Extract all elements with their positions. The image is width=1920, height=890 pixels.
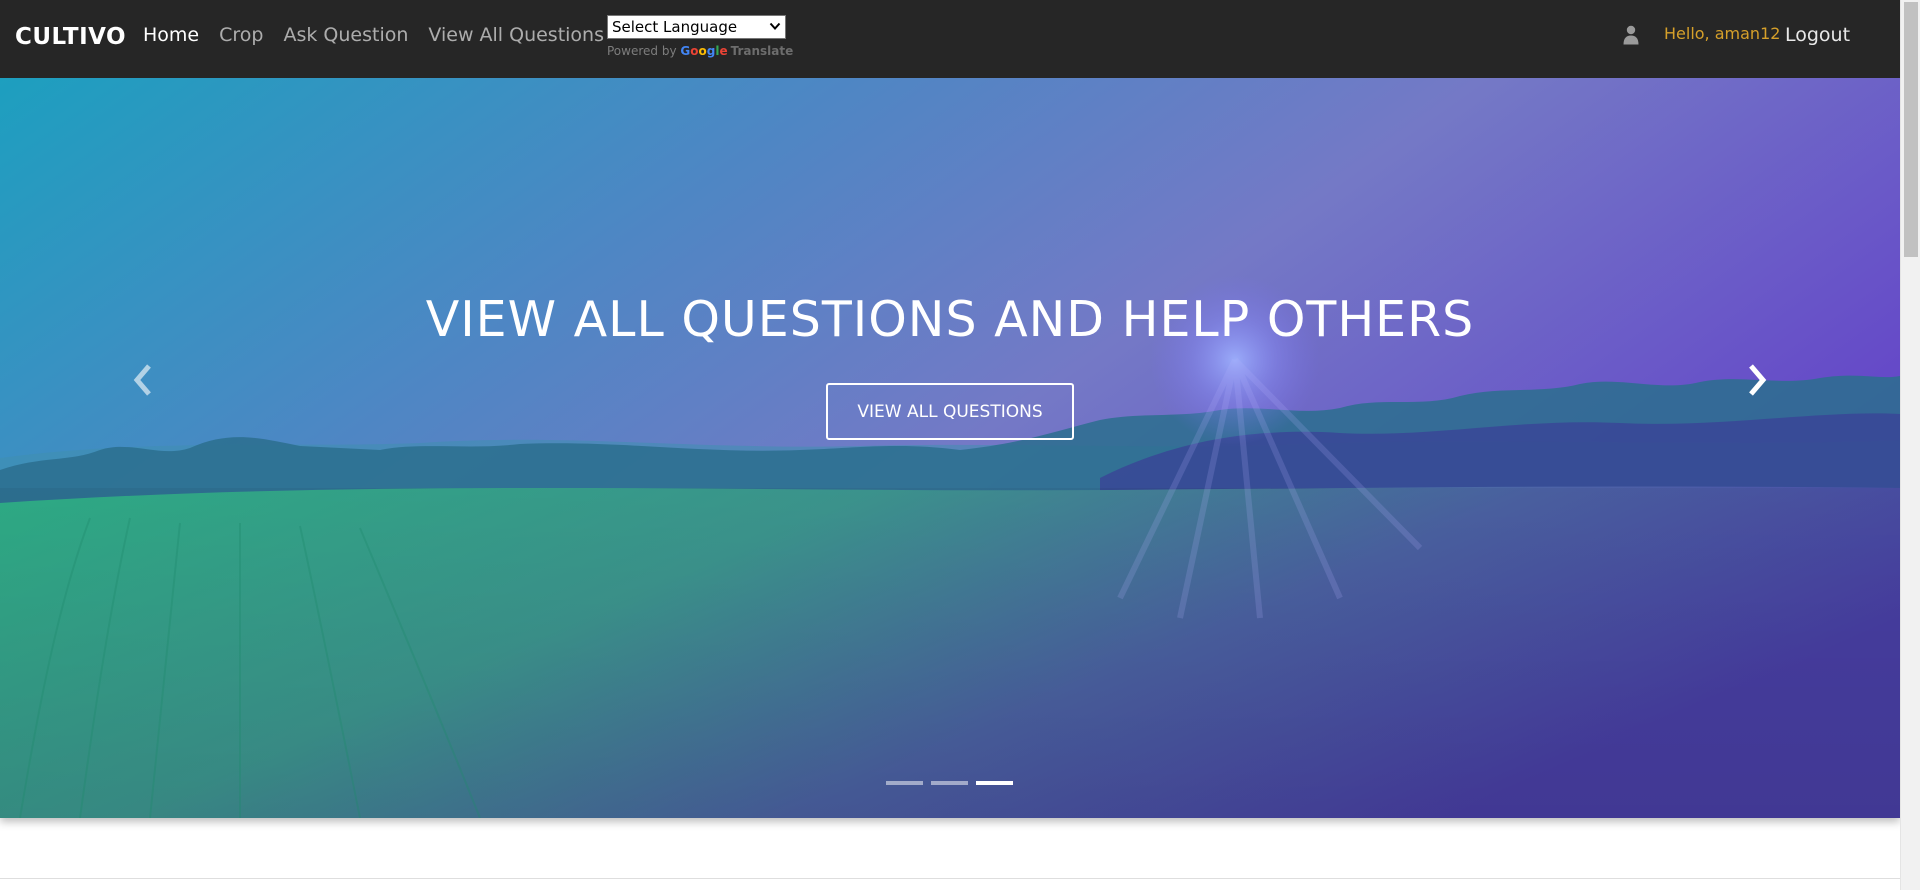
nav-links: Home Crop Ask Question View All Question… <box>143 24 604 46</box>
carousel-next-button[interactable] <box>1737 360 1777 400</box>
powered-by-label: Powered by <box>607 44 677 58</box>
carousel-indicator[interactable] <box>886 781 923 785</box>
page: CULTIVO Home Crop Ask Question View All … <box>0 0 1920 890</box>
hero-carousel: VIEW ALL QUESTIONS AND HELP OTHERS VIEW … <box>0 78 1900 818</box>
user-icon <box>1623 25 1639 45</box>
google-logo-link[interactable]: Google <box>680 44 727 58</box>
translate-label: Translate <box>730 44 794 58</box>
google-letter: o <box>690 44 699 58</box>
nav-link-home[interactable]: Home <box>143 24 199 46</box>
view-all-questions-button[interactable]: VIEW ALL QUESTIONS <box>826 383 1074 440</box>
google-letter: o <box>698 44 707 58</box>
page-scrollbar[interactable] <box>1900 0 1920 890</box>
nav-link-view-all-questions[interactable]: View All Questions <box>428 24 604 46</box>
google-translate-widget: Select Language Powered by Google Transla… <box>607 15 793 58</box>
nav-link-ask-question[interactable]: Ask Question <box>283 24 408 46</box>
carousel-indicator-active[interactable] <box>976 781 1013 785</box>
carousel-indicators <box>886 781 1013 785</box>
hero-title: VIEW ALL QUESTIONS AND HELP OTHERS <box>425 291 1475 348</box>
chevron-left-icon <box>133 364 151 396</box>
user-greeting[interactable]: Hello, aman12 <box>1664 24 1780 43</box>
carousel-prev-button[interactable] <box>123 360 163 400</box>
google-letter: e <box>719 44 728 58</box>
content-divider <box>0 878 1900 879</box>
logout-link[interactable]: Logout <box>1785 24 1850 46</box>
powered-by-google-translate: Powered by Google Translate <box>607 44 793 58</box>
language-select[interactable]: Select Language <box>607 15 786 39</box>
chevron-down-icon <box>769 17 781 39</box>
brand-logo[interactable]: CULTIVO <box>15 24 126 50</box>
google-letter: G <box>680 44 691 58</box>
scrollbar-thumb[interactable] <box>1904 2 1918 257</box>
user-icon-wrap <box>1623 22 1639 48</box>
chevron-right-icon <box>1749 364 1767 396</box>
hero-background-image <box>0 78 1900 818</box>
language-select-value: Select Language <box>612 18 738 36</box>
carousel-indicator[interactable] <box>931 781 968 785</box>
nav-link-crop[interactable]: Crop <box>219 24 263 46</box>
navbar: CULTIVO Home Crop Ask Question View All … <box>0 0 1900 78</box>
